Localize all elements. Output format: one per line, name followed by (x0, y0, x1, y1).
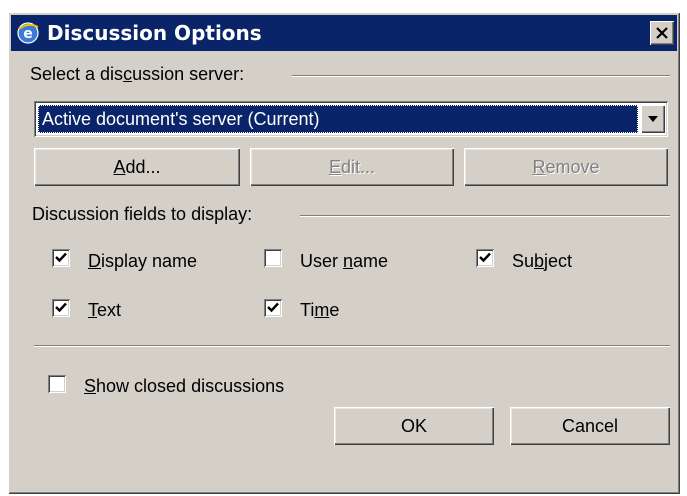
checkmark-icon (55, 302, 67, 313)
show-closed-label[interactable]: Show closed discussions (84, 376, 284, 397)
show-closed-checkbox[interactable] (48, 375, 66, 393)
chevron-down-icon (648, 116, 658, 122)
server-group-line (292, 75, 670, 77)
time-label[interactable]: Time (300, 300, 339, 321)
ok-button[interactable]: OK (334, 407, 494, 445)
add-button[interactable]: Add... (34, 148, 240, 186)
checkmark-icon (55, 252, 67, 263)
remove-button[interactable]: Remove (464, 148, 668, 186)
subject-checkbox[interactable] (476, 249, 494, 267)
server-group-label: Select a discussion server: (30, 64, 245, 84)
fields-group-label: Discussion fields to display: (32, 204, 253, 224)
discussion-options-dialog: e Discussion Options Select a discussion… (8, 12, 680, 494)
title-bar[interactable]: e Discussion Options (11, 15, 677, 51)
user-name-checkbox[interactable] (264, 249, 282, 267)
subject-label[interactable]: Subject (512, 251, 572, 272)
server-select-value: Active document's server (Current) (38, 105, 638, 133)
checkmark-icon (479, 252, 491, 263)
internet-explorer-icon: e (17, 22, 39, 44)
text-label[interactable]: Text (88, 300, 121, 321)
close-button[interactable] (650, 21, 674, 45)
edit-button[interactable]: Edit... (250, 148, 454, 186)
text-checkbox[interactable] (52, 299, 70, 317)
display-name-label[interactable]: Display name (88, 251, 197, 272)
server-select-dropdown-button[interactable] (641, 105, 665, 133)
fields-group-line (300, 215, 670, 217)
checkmark-icon (267, 302, 279, 313)
cancel-button[interactable]: Cancel (510, 407, 670, 445)
time-checkbox[interactable] (264, 299, 282, 317)
close-icon (656, 27, 668, 39)
user-name-label[interactable]: User name (300, 251, 388, 272)
dialog-title: Discussion Options (47, 21, 262, 45)
display-name-checkbox[interactable] (52, 249, 70, 267)
svg-text:e: e (23, 26, 33, 42)
separator (34, 345, 670, 347)
server-select[interactable]: Active document's server (Current) (34, 101, 668, 137)
